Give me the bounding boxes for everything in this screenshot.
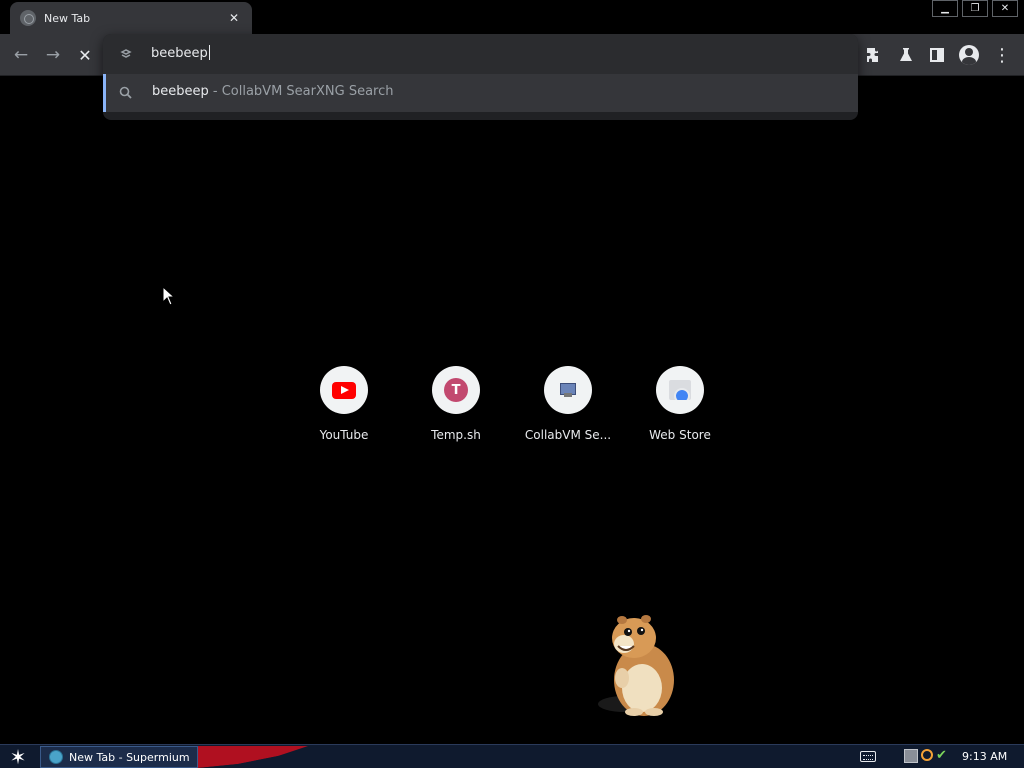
youtube-icon: [332, 381, 356, 399]
stop-loading-button[interactable]: ✕: [74, 44, 96, 66]
restore-button[interactable]: ❐: [962, 0, 988, 17]
shortcut-label: Web Store: [649, 428, 711, 442]
taskbar-item-label: New Tab - Supermium: [69, 750, 190, 764]
forward-button[interactable]: →: [42, 44, 64, 66]
taskbar-item-supermium[interactable]: New Tab - Supermium: [40, 746, 198, 768]
supermium-icon: [49, 750, 63, 764]
shortcut-label: CollabVM Se...: [524, 428, 612, 442]
shortcut-tile: [656, 366, 704, 414]
globe-icon: [20, 10, 36, 26]
omnibox-suggestion[interactable]: beebeep - CollabVM SearXNG Search: [103, 74, 858, 112]
network-icon[interactable]: [904, 749, 918, 763]
tab-title: New Tab: [44, 11, 91, 25]
close-window-button[interactable]: ✕: [992, 0, 1018, 17]
tab-close-icon[interactable]: ✕: [226, 10, 242, 26]
mouse-cursor-icon: [162, 286, 176, 306]
shortcut-web-store[interactable]: Web Store: [624, 366, 736, 466]
search-icon: [118, 85, 134, 101]
taskbar: ✶ New Tab - Supermium ✔ 9:13 AM: [0, 744, 1024, 768]
shortcut-label: Temp.sh: [431, 428, 481, 442]
omnibox-input-value: beebeep: [151, 46, 208, 61]
keyboard-icon[interactable]: [860, 751, 876, 762]
web-store-icon: [669, 380, 691, 400]
omnibox-input-row[interactable]: beebeep: [103, 34, 858, 74]
minimize-button[interactable]: ▁: [932, 0, 958, 17]
update-tray-icon[interactable]: ✔: [936, 749, 950, 763]
avatar: [959, 45, 979, 65]
text-caret: [208, 45, 210, 60]
back-button[interactable]: ←: [10, 44, 32, 66]
system-tray: ✔: [904, 749, 950, 763]
profile-icon[interactable]: [958, 44, 980, 66]
shortcut-temp-sh[interactable]: T Temp.sh: [400, 366, 512, 466]
search-tray-icon[interactable]: [921, 749, 933, 761]
site-info-icon[interactable]: [118, 46, 134, 62]
clock[interactable]: 9:13 AM: [962, 750, 1007, 763]
temp-sh-icon: T: [444, 378, 468, 402]
most-visited-shortcuts: YouTube T Temp.sh CollabVM Se... Web Sto…: [288, 366, 736, 466]
side-panel-icon[interactable]: [926, 44, 948, 66]
shortcut-tile: T: [432, 366, 480, 414]
collabvm-icon: [558, 380, 578, 400]
shortcut-tile: [544, 366, 592, 414]
suggestion-query: beebeep: [152, 84, 209, 99]
omnibox-input[interactable]: beebeep: [151, 45, 210, 61]
wallpaper-fragment: [198, 746, 318, 768]
menu-icon[interactable]: ⋮: [991, 44, 1013, 66]
shortcut-collabvm[interactable]: CollabVM Se...: [512, 366, 624, 466]
labs-flask-icon[interactable]: [895, 44, 917, 66]
start-button[interactable]: ✶: [4, 745, 32, 768]
tab-new-tab[interactable]: New Tab ✕: [10, 2, 252, 34]
suggestion-text: beebeep - CollabVM SearXNG Search: [152, 84, 393, 99]
extensions-icon[interactable]: [863, 44, 885, 66]
side-panel-box: [930, 48, 944, 62]
tab-strip: New Tab ✕ ▁ ❐ ✕: [0, 0, 1024, 34]
shortcut-label: YouTube: [319, 428, 369, 442]
window-controls: ▁ ❐ ✕: [932, 0, 1018, 17]
omnibox-popup: beebeep beebeep - CollabVM SearXNG Searc…: [103, 34, 858, 120]
shortcut-tile: [320, 366, 368, 414]
suggestion-description: - CollabVM SearXNG Search: [208, 84, 394, 99]
suggestion-focus-indicator: [103, 74, 106, 112]
shortcut-youtube[interactable]: YouTube: [288, 366, 400, 466]
hamster-mascot-image: [598, 615, 674, 716]
